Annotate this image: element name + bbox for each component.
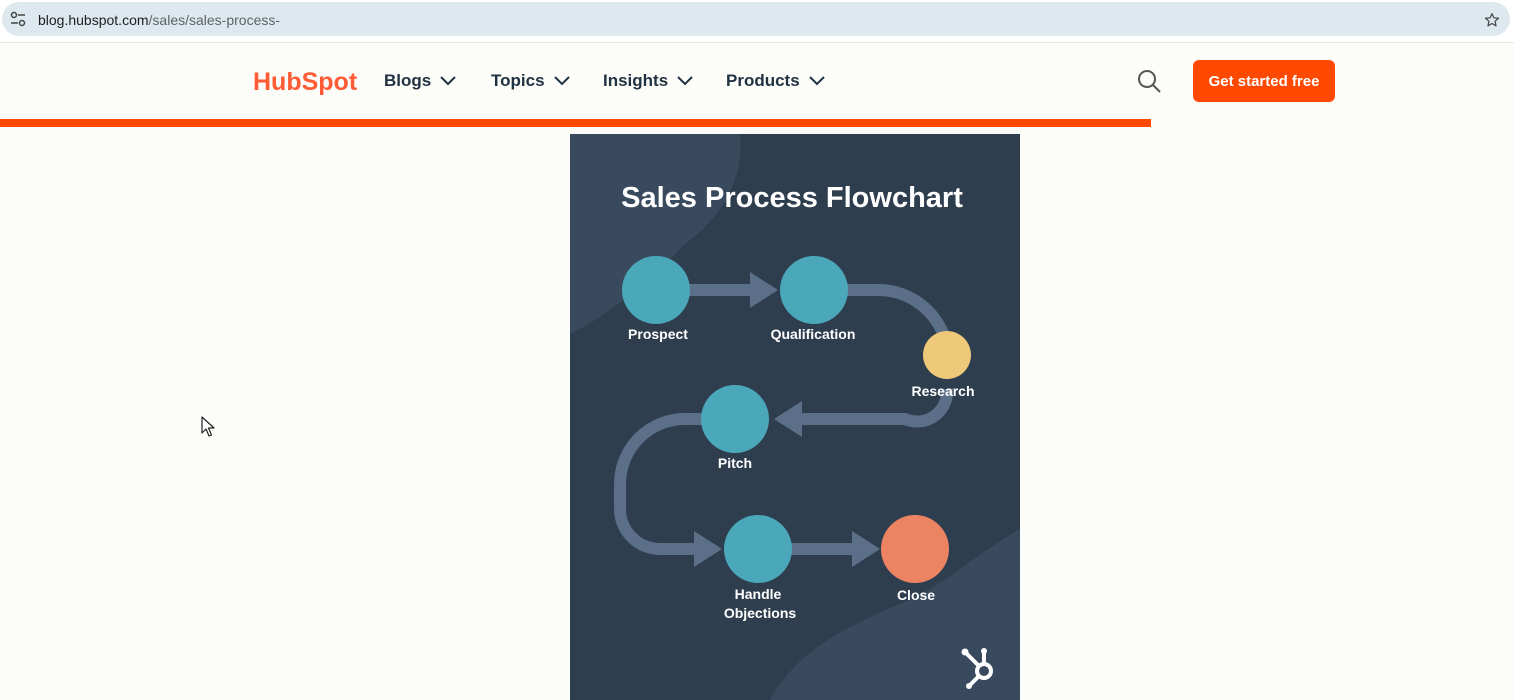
chevron-down-icon	[808, 76, 825, 86]
nav-insights-label: Insights	[603, 71, 669, 90]
step-handle-objections-label-line1: Handle	[735, 586, 782, 602]
hubspot-logo[interactable]: HubSpot	[253, 65, 357, 99]
url-host: blog.hubspot.com	[38, 12, 149, 28]
step-qualification-label: Qualification	[771, 326, 856, 342]
step-handle-objections-node	[724, 515, 792, 583]
star-icon[interactable]	[1483, 11, 1501, 29]
step-prospect-label: Prospect	[628, 326, 688, 342]
logo-text: HubSpot	[253, 68, 357, 96]
chevron-down-icon	[677, 76, 693, 86]
url-text[interactable]: blog.hubspot.com/sales/sales-process-	[38, 12, 280, 28]
nav-blogs[interactable]: Blogs	[384, 69, 457, 93]
get-started-button[interactable]: Get started free	[1193, 60, 1335, 102]
nav-products-label: Products	[726, 71, 800, 90]
site-header: HubSpot Blogs Topics Insights Products G…	[0, 43, 1514, 119]
tune-icon[interactable]	[9, 11, 27, 27]
step-handle-objections-label-line2: Objections	[724, 605, 797, 621]
step-pitch-node	[701, 385, 769, 453]
step-research-node	[923, 331, 971, 379]
step-qualification-node	[780, 256, 848, 324]
chevron-down-icon	[440, 76, 456, 86]
step-prospect-node	[622, 256, 690, 324]
nav-insights[interactable]: Insights	[603, 69, 694, 93]
browser-toolbar: blog.hubspot.com/sales/sales-process-	[0, 0, 1514, 42]
step-pitch-label: Pitch	[718, 455, 752, 471]
step-research-label: Research	[911, 383, 974, 399]
reading-progress-bar	[0, 119, 1514, 127]
nav-topics-label: Topics	[491, 71, 545, 90]
url-path: /sales/sales-process-	[148, 12, 281, 28]
nav-blogs-label: Blogs	[384, 71, 432, 90]
reading-progress-fill	[0, 119, 1151, 127]
step-close-node	[881, 515, 949, 583]
nav-products[interactable]: Products	[726, 69, 826, 93]
mouse-cursor-icon	[201, 416, 215, 437]
search-icon[interactable]	[1136, 68, 1162, 94]
step-close-label: Close	[897, 587, 935, 603]
sales-process-flowchart-image: Sales Process Flowchart Prospect Qualifi…	[570, 134, 1020, 700]
flowchart-title: Sales Process Flowchart	[621, 182, 963, 214]
address-bar[interactable]: blog.hubspot.com/sales/sales-process-	[2, 2, 1510, 36]
nav-topics[interactable]: Topics	[491, 69, 571, 93]
chevron-down-icon	[553, 76, 570, 86]
